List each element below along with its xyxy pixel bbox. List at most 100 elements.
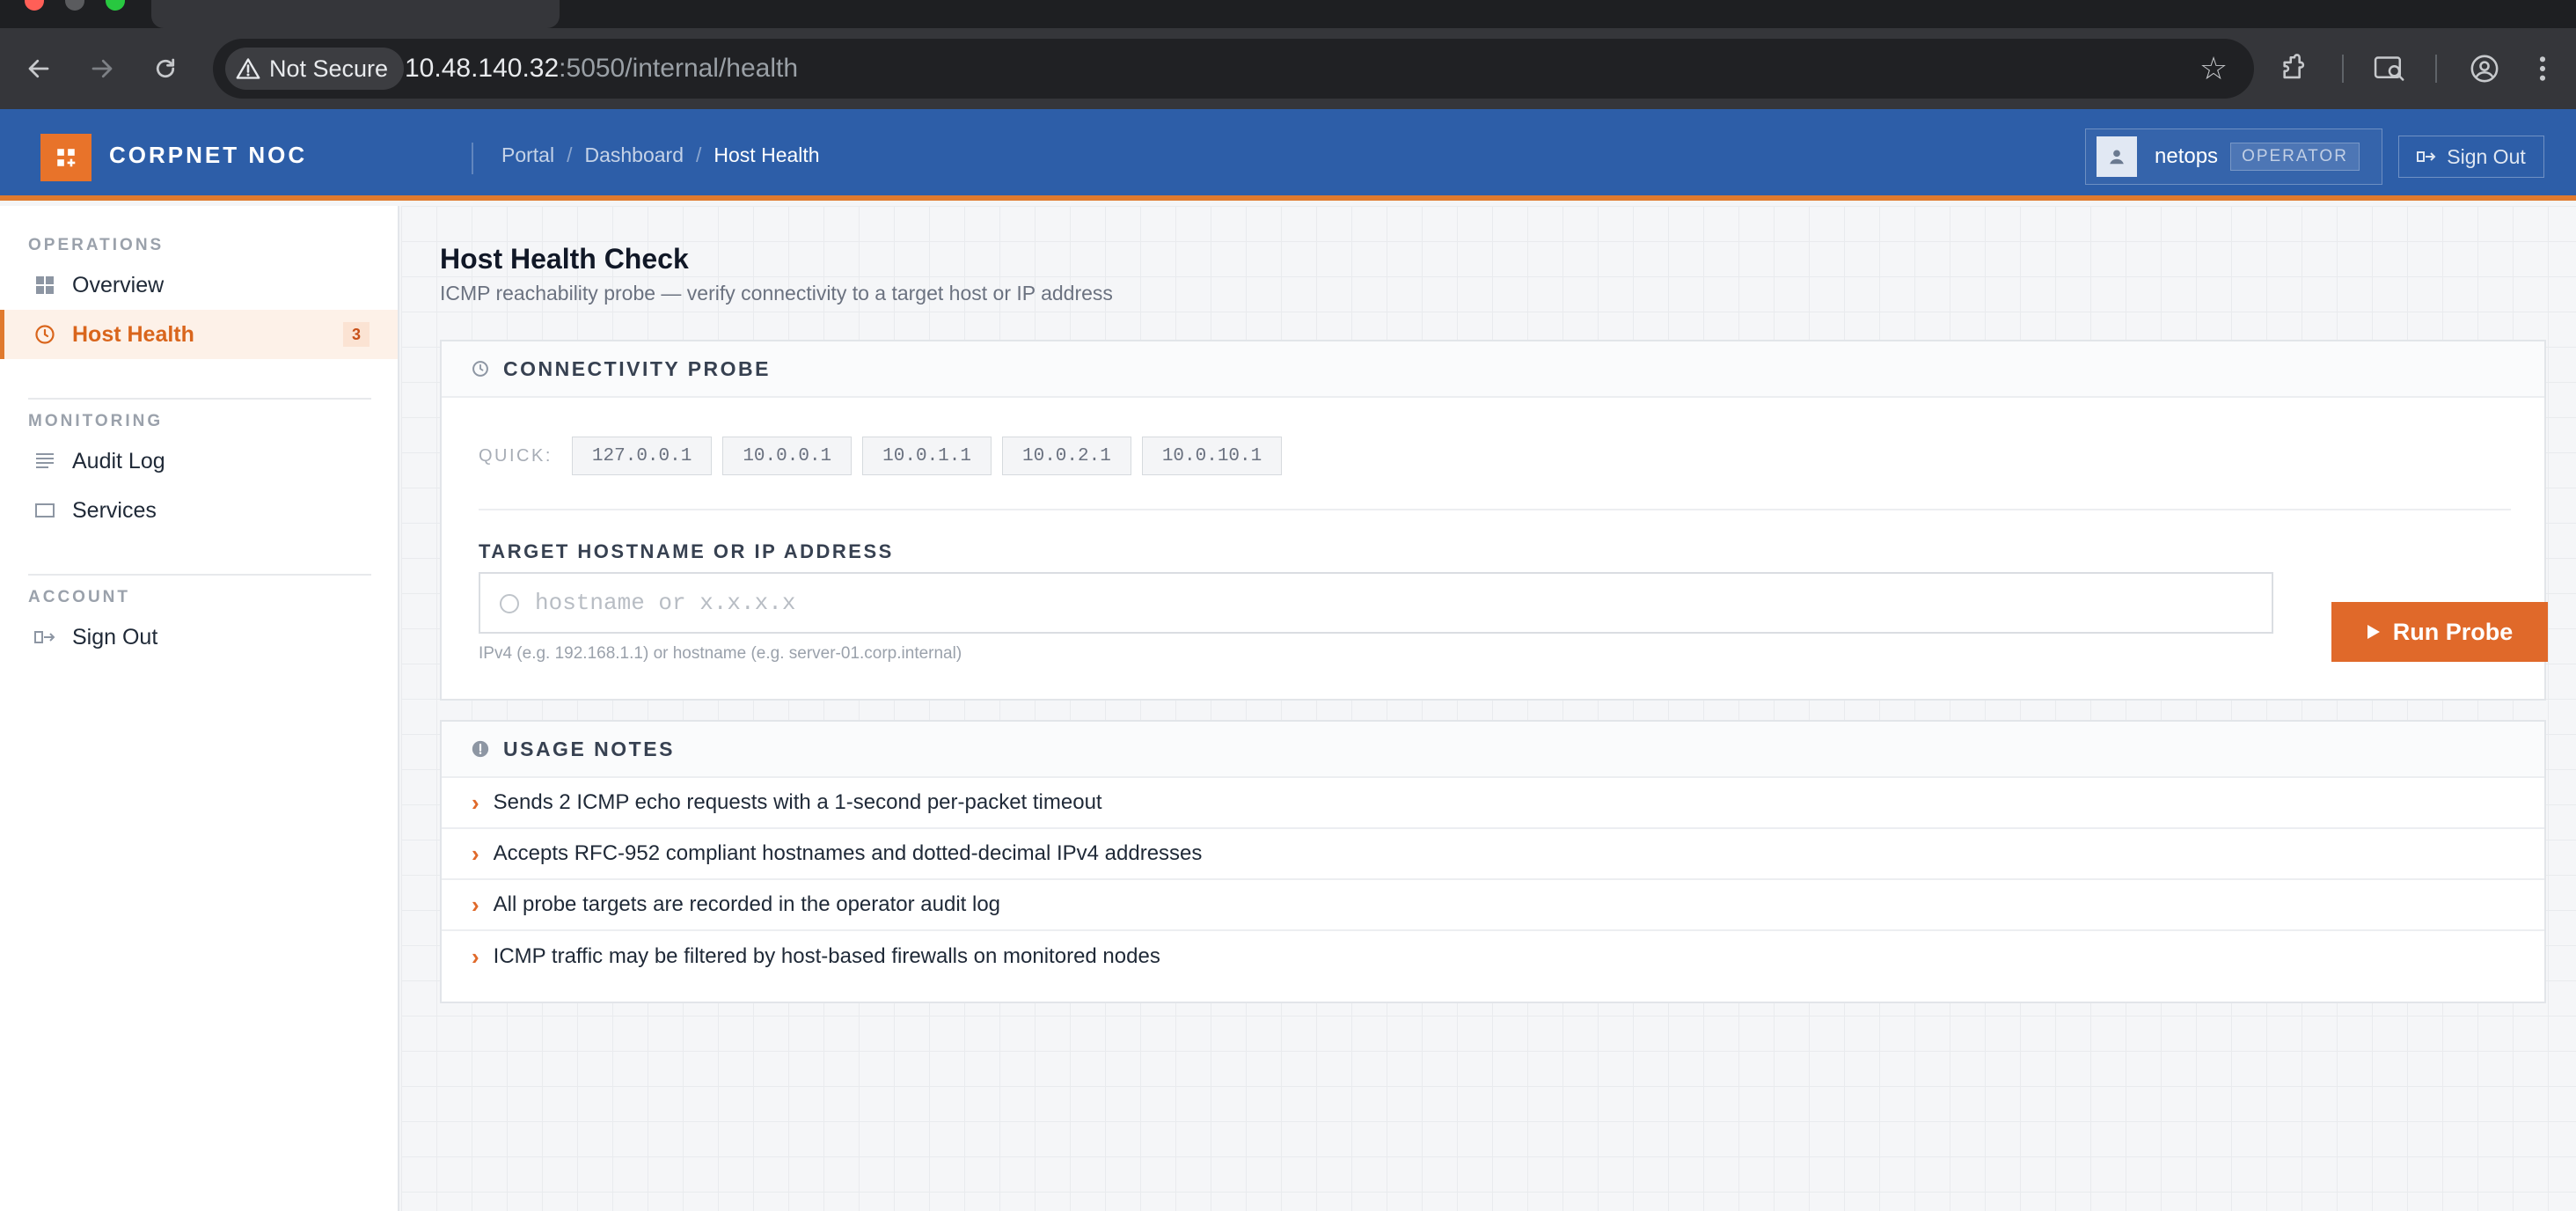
browser-menu-button[interactable] <box>2525 46 2560 92</box>
reload-button[interactable] <box>143 46 188 92</box>
breadcrumb: Portal / Dashboard / Host Health <box>501 109 820 201</box>
quick-target-chip[interactable]: 127.0.0.1 <box>571 437 713 475</box>
sidebar-item-overview[interactable]: Overview <box>0 261 398 310</box>
sidebar-section-account: ACCOUNT <box>28 588 130 606</box>
sidebar-item-audit-log[interactable]: Audit Log <box>0 437 398 486</box>
bookmark-star-icon[interactable]: ☆ <box>2191 46 2236 92</box>
run-probe-button[interactable]: Run Probe <box>2331 602 2548 662</box>
quick-target-chip[interactable]: 10.0.1.1 <box>862 437 992 475</box>
back-arrow-icon <box>28 59 49 78</box>
forward-button[interactable] <box>79 46 125 92</box>
sidebar: OPERATIONS Overview Host Health 3 MONITO… <box>0 206 399 1211</box>
sidebar-item-label: Host Health <box>72 321 194 347</box>
profile-icon <box>2470 55 2499 83</box>
header-sign-out-button[interactable]: Sign Out <box>2398 136 2544 178</box>
list-item: › ICMP traffic may be filtered by host-b… <box>442 931 2544 982</box>
breadcrumb-separator: / <box>696 143 702 166</box>
connectivity-probe-panel: CONNECTIVITY PROBE QUICK: 127.0.0.1 10.0… <box>440 340 2548 701</box>
sidebar-item-host-health[interactable]: Host Health 3 <box>0 310 398 359</box>
extensions-button[interactable] <box>2272 46 2317 92</box>
app-header: CORPNET NOC Portal / Dashboard / Host He… <box>0 109 2576 201</box>
breadcrumb-portal[interactable]: Portal <box>501 143 554 167</box>
quick-target-chip[interactable]: 10.0.10.1 <box>1141 437 1283 475</box>
chevron-right-icon: › <box>472 840 479 867</box>
toolbar-divider <box>2342 55 2344 83</box>
avatar <box>2097 136 2137 177</box>
browser-tab-active[interactable] <box>151 0 560 28</box>
quick-label: QUICK: <box>479 445 553 466</box>
chevron-right-icon: › <box>472 789 479 816</box>
back-button[interactable] <box>16 46 62 92</box>
toolbar-divider <box>2435 55 2437 83</box>
window-close-button[interactable] <box>25 0 44 11</box>
browser-tab-strip <box>0 0 2576 28</box>
clock-icon <box>472 361 488 377</box>
breadcrumb-separator: / <box>567 143 573 166</box>
panel-header: USAGE NOTES <box>442 722 2544 778</box>
page-title: Host Health Check <box>440 243 689 275</box>
profile-button[interactable] <box>2462 46 2507 92</box>
header-sign-out-label: Sign Out <box>2447 144 2526 168</box>
url-host: 10.48.140.32 <box>405 54 560 83</box>
brand-name: CORPNET NOC <box>109 142 308 168</box>
page-subtitle: ICMP reachability probe — verify connect… <box>440 282 1113 305</box>
sidebar-divider <box>28 574 371 576</box>
panel-title: CONNECTIVITY PROBE <box>503 356 771 380</box>
url-text[interactable]: 10.48.140.32:5050/internal/health <box>405 39 798 99</box>
panel-title: USAGE NOTES <box>503 737 675 760</box>
window-zoom-button[interactable] <box>106 0 125 11</box>
pulse-icon <box>33 323 56 346</box>
chevron-right-icon: › <box>472 943 479 970</box>
sidebar-item-label: Audit Log <box>72 448 165 473</box>
logo-grid-icon <box>57 149 76 167</box>
list-icon <box>33 450 56 473</box>
sidebar-divider <box>28 398 371 400</box>
note-text: ICMP traffic may be filtered by host-bas… <box>493 944 1160 968</box>
window-minimize-button[interactable] <box>65 0 84 11</box>
forward-arrow-icon <box>91 59 113 78</box>
target-field-label: TARGET HOSTNAME OR IP ADDRESS <box>479 540 894 562</box>
alert-count-badge: 3 <box>343 322 370 347</box>
kebab-menu-icon <box>2539 56 2546 81</box>
logo[interactable] <box>40 134 91 181</box>
chevron-right-icon: › <box>472 891 479 918</box>
sidebar-item-sign-out[interactable]: Sign Out <box>0 613 398 662</box>
sidebar-item-label: Sign Out <box>72 624 158 650</box>
note-text: Accepts RFC-952 compliant hostnames and … <box>493 841 1203 865</box>
sidebar-item-label: Services <box>72 497 157 523</box>
usage-notes-panel: USAGE NOTES › Sends 2 ICMP echo requests… <box>440 720 2546 1003</box>
signout-icon <box>33 626 56 649</box>
warning-triangle-icon <box>236 58 260 79</box>
quick-target-chip[interactable]: 10.0.2.1 <box>1001 437 1131 475</box>
list-item: › Sends 2 ICMP echo requests with a 1-se… <box>442 778 2544 829</box>
breadcrumb-dashboard[interactable]: Dashboard <box>584 143 684 167</box>
quick-target-chip[interactable]: 10.0.0.1 <box>722 437 853 475</box>
security-indicator[interactable]: Not Secure <box>225 48 405 90</box>
panel-header: CONNECTIVITY PROBE <box>442 341 2544 398</box>
play-icon <box>2367 625 2380 639</box>
target-indicator-icon <box>500 594 519 613</box>
info-icon <box>472 740 489 758</box>
sidebar-section-operations: OPERATIONS <box>28 236 165 254</box>
user-menu[interactable]: netops OPERATOR <box>2085 128 2382 185</box>
grid-icon <box>33 274 56 297</box>
security-label: Not Secure <box>269 55 389 82</box>
panel-divider <box>479 509 2511 510</box>
tab-search-button[interactable] <box>2367 46 2412 92</box>
target-host-input[interactable] <box>535 574 2250 632</box>
address-bar[interactable]: Not Secure 10.48.140.32:5050/internal/he… <box>213 39 2254 99</box>
list-item: › All probe targets are recorded in the … <box>442 880 2544 931</box>
target-field-hint: IPv4 (e.g. 192.168.1.1) or hostname (e.g… <box>479 644 962 663</box>
role-badge: OPERATOR <box>2230 143 2360 171</box>
target-field <box>479 572 2273 634</box>
user-icon <box>2110 150 2124 165</box>
username: netops <box>2155 144 2219 168</box>
note-text: Sends 2 ICMP echo requests with a 1-seco… <box>493 790 1102 814</box>
reload-icon <box>156 58 175 78</box>
header-divider <box>472 143 473 174</box>
sidebar-item-label: Overview <box>72 272 165 297</box>
browser-toolbar: Not Secure 10.48.140.32:5050/internal/he… <box>0 28 2576 109</box>
url-path: :5050/internal/health <box>559 54 799 83</box>
puzzle-icon <box>2283 54 2305 79</box>
sidebar-item-services[interactable]: Services <box>0 486 398 535</box>
